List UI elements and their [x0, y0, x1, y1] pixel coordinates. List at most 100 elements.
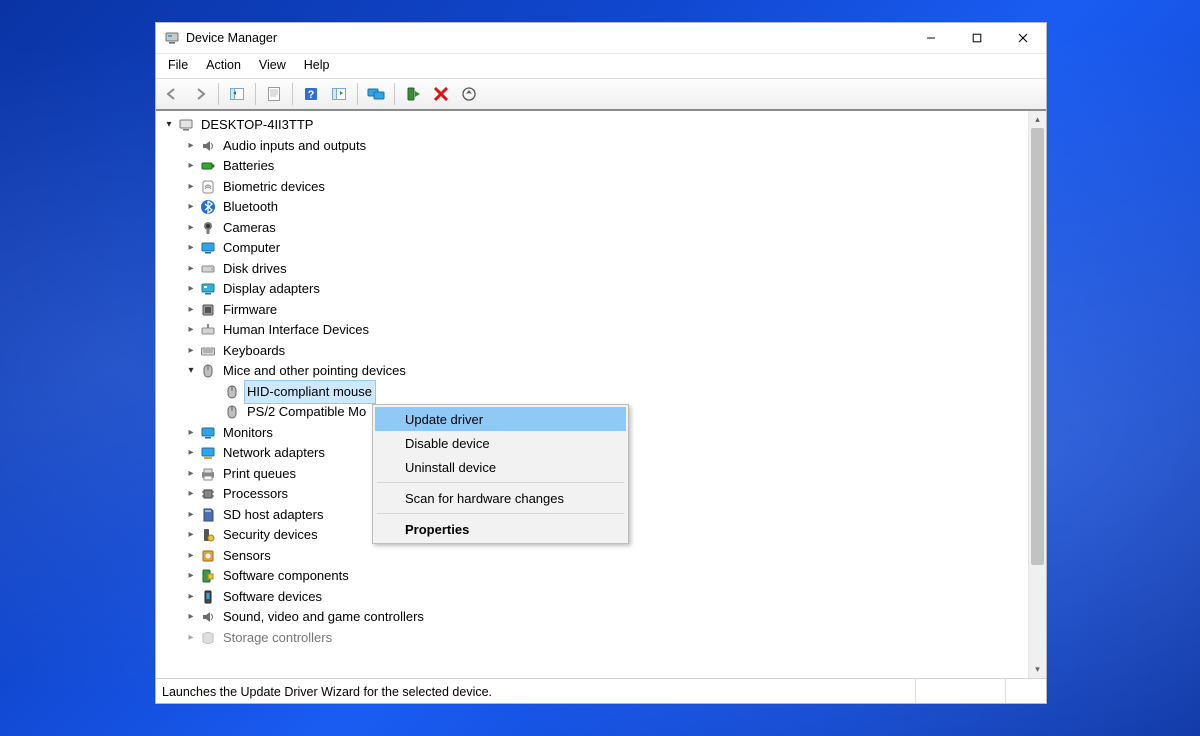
ctx-scan-hardware[interactable]: Scan for hardware changes [375, 486, 626, 510]
menu-help[interactable]: Help [296, 56, 338, 74]
tree-item-display[interactable]: ▸ Display adapters [160, 279, 1028, 300]
remove-device-icon[interactable] [429, 82, 453, 106]
chevron-right-icon[interactable]: ▸ [184, 139, 198, 153]
chevron-right-icon[interactable]: ▸ [184, 528, 198, 542]
tree-item-disk[interactable]: ▸ Disk drives [160, 259, 1028, 280]
minimize-button[interactable] [908, 23, 954, 53]
tree-item-label: Firmware [221, 299, 280, 322]
tree-root-label: DESKTOP-4II3TTP [199, 114, 316, 137]
chevron-down-icon[interactable]: ▾ [162, 118, 176, 132]
properties-sheet-icon[interactable] [262, 82, 286, 106]
chevron-right-icon[interactable]: ▸ [184, 467, 198, 481]
tree-item-sw-components[interactable]: ▸ Software components [160, 566, 1028, 587]
chevron-right-icon[interactable]: ▸ [184, 549, 198, 563]
tree-item-biometric[interactable]: ▸Biometric devices [160, 177, 1028, 198]
close-button[interactable] [1000, 23, 1046, 53]
tree-item-cameras[interactable]: ▸Cameras [160, 218, 1028, 239]
chevron-right-icon[interactable]: ▸ [184, 241, 198, 255]
tree-item-mice[interactable]: ▾Mice and other pointing devices [160, 361, 1028, 382]
tree-item-label: Software components [221, 565, 352, 588]
firmware-icon [200, 302, 216, 318]
ctx-disable-device[interactable]: Disable device [375, 431, 626, 455]
tree-item-label: Security devices [221, 524, 321, 547]
chevron-right-icon[interactable]: ▸ [184, 262, 198, 276]
enable-device-icon[interactable] [401, 82, 425, 106]
chevron-right-icon[interactable]: ▸ [184, 344, 198, 358]
audio-icon [200, 138, 216, 154]
ctx-uninstall-device[interactable]: Uninstall device [375, 455, 626, 479]
tree-item-batteries[interactable]: ▸Batteries [160, 156, 1028, 177]
vertical-scrollbar[interactable]: ▴ ▾ [1028, 111, 1046, 678]
chevron-right-icon[interactable]: ▸ [184, 200, 198, 214]
chevron-right-icon[interactable]: ▸ [184, 180, 198, 194]
chevron-right-icon[interactable]: ▸ [184, 590, 198, 604]
disk-icon [200, 261, 216, 277]
help-icon[interactable]: ? [299, 82, 323, 106]
scroll-thumb[interactable] [1031, 128, 1044, 565]
desktop-background: Device Manager File Action View Help ? [0, 0, 1200, 736]
ctx-update-driver[interactable]: Update driver [375, 407, 626, 431]
menu-file[interactable]: File [160, 56, 196, 74]
forward-arrow-icon[interactable] [188, 82, 212, 106]
tree-item-hid[interactable]: ▸Human Interface Devices [160, 320, 1028, 341]
chevron-right-icon[interactable]: ▸ [184, 446, 198, 460]
toolbar: ? [156, 78, 1046, 110]
tree-item-label: Disk drives [221, 258, 290, 281]
ctx-properties[interactable]: Properties [375, 517, 626, 541]
mouse-icon [224, 384, 240, 400]
tree-item-label: Keyboards [221, 340, 288, 363]
chevron-right-icon[interactable]: ▸ [184, 569, 198, 583]
tree-root[interactable]: ▾ DESKTOP-4II3TTP [160, 115, 1028, 136]
processor-icon [200, 486, 216, 502]
chevron-right-icon[interactable]: ▸ [184, 487, 198, 501]
chevron-right-icon[interactable]: ▸ [184, 610, 198, 624]
status-separator [915, 679, 916, 703]
monitor-icon [200, 425, 216, 441]
tree-item-sensors[interactable]: ▸Sensors [160, 546, 1028, 567]
tree-item-computer[interactable]: ▸Computer [160, 238, 1028, 259]
titlebar[interactable]: Device Manager [156, 23, 1046, 54]
computers-icon[interactable] [364, 82, 388, 106]
chevron-right-icon[interactable]: ▸ [184, 221, 198, 235]
device-tree[interactable]: ▾ DESKTOP-4II3TTP ▸Audio inputs and outp… [156, 111, 1028, 678]
chevron-right-icon[interactable]: ▸ [184, 303, 198, 317]
app-icon [164, 30, 180, 46]
tree-item-label: PS/2 Compatible Mo [245, 401, 369, 424]
chevron-right-icon[interactable]: ▸ [184, 282, 198, 296]
status-bar: Launches the Update Driver Wizard for th… [156, 678, 1046, 703]
refresh-icon[interactable] [327, 82, 351, 106]
sound-icon [200, 609, 216, 625]
content-area: ▾ DESKTOP-4II3TTP ▸Audio inputs and outp… [156, 110, 1046, 678]
menu-action[interactable]: Action [198, 56, 249, 74]
tree-item-label: HID-compliant mouse [245, 381, 375, 404]
chevron-right-icon[interactable]: ▸ [184, 323, 198, 337]
ctx-item-label: Update driver [405, 412, 483, 427]
status-separator [1005, 679, 1006, 703]
back-arrow-icon[interactable] [160, 82, 184, 106]
tree-item-firmware[interactable]: ▸ Firmware [160, 300, 1028, 321]
chevron-right-icon[interactable]: ▸ [184, 508, 198, 522]
scan-hardware-icon[interactable] [457, 82, 481, 106]
tree-item-label: Monitors [221, 422, 276, 445]
chevron-right-icon[interactable]: ▸ [184, 631, 198, 645]
scroll-track[interactable] [1029, 128, 1046, 661]
chevron-right-icon[interactable]: ▸ [184, 426, 198, 440]
tree-item-label: SD host adapters [221, 504, 326, 527]
scroll-down-button[interactable]: ▾ [1029, 661, 1046, 678]
tree-item-audio[interactable]: ▸Audio inputs and outputs [160, 136, 1028, 157]
maximize-button[interactable] [954, 23, 1000, 53]
menu-view[interactable]: View [251, 56, 294, 74]
tree-item-sound[interactable]: ▸Sound, video and game controllers [160, 607, 1028, 628]
tree-item-bluetooth[interactable]: ▸Bluetooth [160, 197, 1028, 218]
scroll-up-button[interactable]: ▴ [1029, 111, 1046, 128]
tree-item-hid-mouse[interactable]: ▸HID-compliant mouse [160, 382, 1028, 403]
tree-item-storage[interactable]: ▸Storage controllers [160, 628, 1028, 649]
show-hidden-icon[interactable] [225, 82, 249, 106]
biometric-icon [200, 179, 216, 195]
ctx-item-label: Properties [405, 522, 469, 537]
chevron-right-icon[interactable]: ▸ [184, 159, 198, 173]
tree-item-sw-devices[interactable]: ▸Software devices [160, 587, 1028, 608]
chevron-down-icon[interactable]: ▾ [184, 364, 198, 378]
tree-item-keyboards[interactable]: ▸ Keyboards [160, 341, 1028, 362]
tree-item-label: Display adapters [221, 278, 323, 301]
